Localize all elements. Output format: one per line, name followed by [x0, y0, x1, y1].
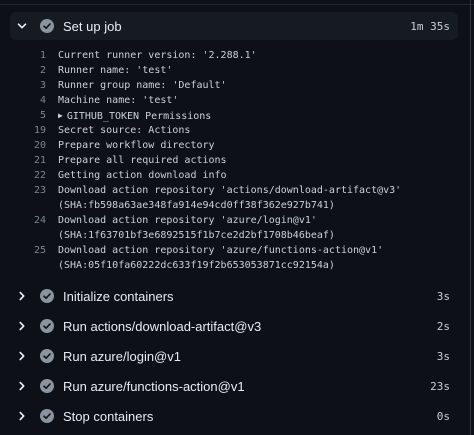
chevron-right-icon[interactable]: [14, 288, 30, 304]
step-duration: 2s: [436, 319, 450, 333]
log-line: (SHA:fb598a63ae348fa914e94cd0ff38f362e92…: [0, 198, 470, 213]
line-number[interactable]: 4: [10, 93, 46, 108]
log-line: 23 Download action repository 'actions/d…: [0, 183, 470, 198]
line-number[interactable]: 5: [10, 108, 46, 123]
line-number[interactable]: 2: [10, 63, 46, 78]
log-text: Secret source: Actions: [58, 125, 191, 136]
log-line: (SHA:1f63701bf3e6892515f1b7ce2d2bf1708b4…: [0, 228, 470, 243]
log-group-title: GITHUB_TOKEN Permissions: [66, 111, 212, 122]
step-stop-containers[interactable]: Stop containers 0s: [10, 402, 458, 430]
step-run-azure-login[interactable]: Run azure/login@v1 3s: [10, 342, 458, 370]
log-line: 24 Download action repository 'azure/log…: [0, 213, 470, 228]
log-text: Current runner version: '2.288.1': [58, 50, 257, 61]
log-text: Download action repository 'actions/down…: [58, 185, 402, 196]
chevron-right-icon[interactable]: [14, 318, 30, 334]
step-set-up-job[interactable]: Set up job 1m 35s: [10, 12, 458, 40]
log-text: (SHA:05f10fa60222dc633f19f2b653053871cc9…: [58, 260, 335, 271]
log-text: (SHA:1f63701bf3e6892515f1b7ce2d2bf1708b4…: [58, 230, 335, 241]
step-label: Set up job: [63, 18, 122, 34]
log-line: 3 Runner group name: 'Default': [0, 78, 470, 93]
line-number[interactable]: 22: [10, 168, 46, 183]
chevron-right-icon[interactable]: [14, 408, 30, 424]
step-duration: 0s: [436, 409, 450, 423]
step-run-download-artifact[interactable]: Run actions/download-artifact@v3 2s: [10, 312, 458, 340]
check-circle-icon: [40, 349, 54, 363]
log-line: 21 Prepare all required actions: [0, 153, 470, 168]
line-number[interactable]: 19: [10, 123, 46, 138]
log-text: Runner group name: 'Default': [58, 80, 227, 91]
step-label: Run azure/login@v1: [63, 348, 181, 364]
top-divider: [0, 4, 474, 5]
line-number[interactable]: 24: [10, 213, 46, 228]
line-number[interactable]: 20: [10, 138, 46, 153]
step-duration: 3s: [436, 349, 450, 363]
check-circle-icon: [40, 289, 54, 303]
log-text: Download action repository 'azure/functi…: [58, 245, 384, 256]
log-text: Runner name: 'test': [58, 65, 173, 76]
step-duration: 23s: [430, 379, 450, 393]
chevron-right-icon[interactable]: [14, 348, 30, 364]
step-label: Initialize containers: [63, 288, 174, 304]
caret-right-icon[interactable]: ▶: [58, 108, 63, 123]
log-text: Download action repository 'azure/login@…: [58, 215, 317, 226]
line-number[interactable]: 21: [10, 153, 46, 168]
log-line: 22 Getting action download info: [0, 168, 470, 183]
log-line: 4 Machine name: 'test': [0, 93, 470, 108]
log-text: Prepare all required actions: [58, 155, 227, 166]
log-line: 1 Current runner version: '2.288.1': [0, 48, 470, 63]
log-text: (SHA:fb598a63ae348fa914e94cd0ff38f362e92…: [58, 200, 335, 211]
check-circle-icon: [40, 379, 54, 393]
log-line: 25 Download action repository 'azure/fun…: [0, 243, 470, 258]
log-output: 1 Current runner version: '2.288.1' 2 Ru…: [0, 48, 470, 273]
check-circle-icon: [40, 19, 54, 33]
log-line: 19 Secret source: Actions: [0, 123, 470, 138]
line-number[interactable]: 3: [10, 78, 46, 93]
step-duration: 1m 35s: [410, 19, 450, 33]
scrollbar-edge: [470, 0, 471, 435]
step-initialize-containers[interactable]: Initialize containers 3s: [10, 282, 458, 310]
log-text: Machine name: 'test': [58, 95, 179, 106]
log-line-group[interactable]: 5 ▶ GITHUB_TOKEN Permissions: [0, 108, 470, 123]
step-label: Run actions/download-artifact@v3: [63, 318, 262, 334]
check-circle-icon: [40, 409, 54, 423]
log-text: Getting action download info: [58, 170, 227, 181]
line-number[interactable]: 23: [10, 183, 46, 198]
chevron-right-icon[interactable]: [14, 378, 30, 394]
chevron-down-icon[interactable]: [14, 18, 30, 34]
check-circle-icon: [40, 319, 54, 333]
log-line: (SHA:05f10fa60222dc633f19f2b653053871cc9…: [0, 258, 470, 273]
step-duration: 3s: [436, 289, 450, 303]
step-label: Stop containers: [63, 408, 154, 424]
log-text: Prepare workflow directory: [58, 140, 215, 151]
log-line: 20 Prepare workflow directory: [0, 138, 470, 153]
line-number[interactable]: 25: [10, 243, 46, 258]
step-run-azure-functions-action[interactable]: Run azure/functions-action@v1 23s: [10, 372, 458, 400]
step-label: Run azure/functions-action@v1: [63, 378, 245, 394]
log-line: 2 Runner name: 'test': [0, 63, 470, 78]
line-number[interactable]: 1: [10, 48, 46, 63]
